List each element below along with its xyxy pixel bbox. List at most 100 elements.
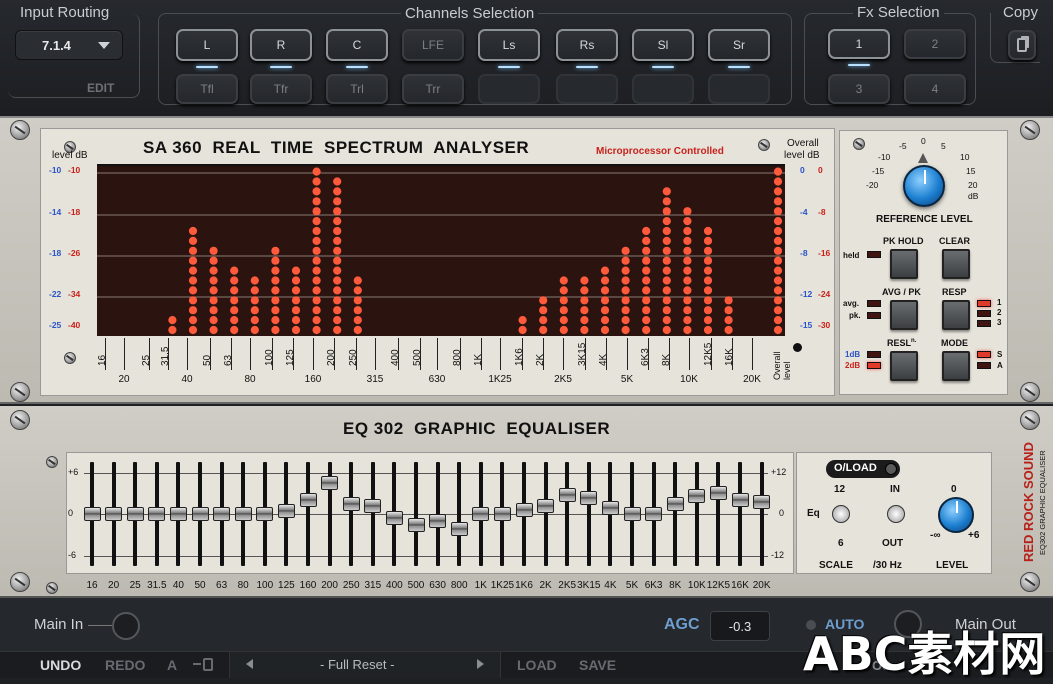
eq-fader-8K[interactable]: [666, 497, 684, 512]
right-axis-title-1: Overall: [787, 138, 819, 149]
reference-level-knob[interactable]: [903, 165, 945, 207]
channel-button-trr[interactable]: Trr: [402, 74, 464, 104]
eq-fader-3K15[interactable]: [580, 490, 598, 505]
channel-button-tfl[interactable]: Tfl: [176, 74, 238, 104]
spectrum-led: [518, 316, 527, 325]
eq-fader-250[interactable]: [342, 496, 360, 511]
resp-button[interactable]: [942, 300, 970, 330]
eq-scale-right: +12: [771, 467, 787, 477]
eq-fader-500[interactable]: [407, 517, 425, 532]
channel-button-tfr[interactable]: Tfr: [250, 74, 312, 104]
eq-band-label: 10K: [687, 580, 706, 591]
agc-value-field[interactable]: -0.3: [710, 611, 770, 641]
fx-button-1[interactable]: 1: [828, 29, 890, 66]
in-out-toggle[interactable]: [887, 505, 905, 523]
spectrum-led: [683, 236, 692, 245]
eq-fader-63[interactable]: [213, 507, 231, 521]
eq-fader-400[interactable]: [385, 511, 403, 526]
pk-hold-button[interactable]: [890, 249, 918, 279]
fx-button-2[interactable]: 2: [904, 29, 966, 59]
freq-tick: [334, 338, 335, 370]
ab-copy-icon[interactable]: [193, 658, 215, 672]
redo-button[interactable]: REDO: [105, 657, 145, 673]
freq-label: 1K25: [488, 374, 512, 385]
save-button[interactable]: SAVE: [579, 657, 616, 673]
spectrum-led: [662, 296, 671, 305]
next-preset-icon[interactable]: [477, 659, 484, 669]
eq-fader-50[interactable]: [191, 507, 209, 521]
clear-button[interactable]: [942, 249, 970, 279]
spectrum-led: [209, 306, 218, 315]
main-in-knob[interactable]: [112, 612, 140, 640]
spectrum-led: [333, 325, 342, 335]
eq-grid-line: [84, 473, 768, 474]
freq-label: 2K: [535, 353, 546, 366]
channel-button-lfe[interactable]: LFE: [402, 29, 464, 61]
freq-tick: [293, 338, 294, 370]
eq-range-toggle[interactable]: [832, 505, 850, 523]
eq-fader-25[interactable]: [126, 507, 144, 521]
eq-fader-1K[interactable]: [472, 507, 490, 521]
eq-fader-12K5[interactable]: [709, 485, 727, 500]
ab-compare-button[interactable]: A: [167, 657, 177, 673]
routing-toolbar: Input Routing 7.1.4 EDIT Channels Select…: [0, 0, 1053, 116]
eq-fader-4K[interactable]: [601, 500, 619, 515]
spectrum-led: [683, 266, 692, 275]
eq-fader-100[interactable]: [256, 507, 274, 521]
eq-level-knob[interactable]: [938, 497, 974, 533]
channel-button-c[interactable]: C: [326, 29, 388, 68]
spectrum-led: [724, 325, 733, 335]
eq-fader-40[interactable]: [169, 507, 187, 521]
avg-pk-button[interactable]: [890, 300, 918, 330]
mode-button[interactable]: [942, 351, 970, 381]
knob-scale-mark: -15: [872, 166, 885, 176]
spectrum-led: [312, 276, 321, 285]
eq-scale-left: +6: [68, 467, 79, 477]
resl-button[interactable]: [890, 351, 918, 381]
eq-fader-315[interactable]: [364, 498, 382, 513]
channel-button-ls[interactable]: Ls: [478, 29, 540, 68]
eq-fader-20K[interactable]: [753, 494, 771, 509]
eq-fader-800[interactable]: [450, 521, 468, 536]
eq-fader-16[interactable]: [83, 507, 101, 521]
eq-fader-80[interactable]: [234, 507, 252, 521]
channel-button-rs[interactable]: Rs: [556, 29, 618, 68]
spectrum-led: [230, 296, 239, 305]
eq-fader-16K[interactable]: [731, 493, 749, 508]
eq-fader-200[interactable]: [321, 476, 339, 491]
edit-button[interactable]: EDIT: [87, 81, 114, 95]
eq-fader-10K[interactable]: [688, 489, 706, 504]
spectrum-led: [580, 286, 589, 295]
routing-dropdown[interactable]: 7.1.4: [15, 30, 123, 60]
freq-label: 5K: [620, 374, 634, 385]
eq-fader-2K[interactable]: [537, 498, 555, 513]
freq-tick: [460, 338, 461, 370]
channel-button-trl[interactable]: Trl: [326, 74, 388, 104]
copy-button[interactable]: [1008, 30, 1036, 60]
channel-button-sr[interactable]: Sr: [708, 29, 770, 68]
eq-fader-630[interactable]: [429, 514, 447, 529]
resl-label: RESLn.: [887, 338, 917, 348]
spectrum-led: [559, 316, 568, 325]
eq-fader-1K6[interactable]: [515, 502, 533, 517]
spectrum-led: [188, 236, 198, 245]
fx-button-3[interactable]: 3: [828, 74, 890, 104]
eq-fader-1K25[interactable]: [493, 507, 511, 521]
eq-fader-2K5[interactable]: [558, 487, 576, 502]
channel-button-l[interactable]: L: [176, 29, 238, 68]
eq-fader-160[interactable]: [299, 493, 317, 508]
previous-preset-icon[interactable]: [246, 659, 253, 669]
channel-button-r[interactable]: R: [250, 29, 312, 68]
load-button[interactable]: LOAD: [517, 657, 557, 673]
eq-fader-31.5[interactable]: [148, 507, 166, 521]
spectrum-led: [291, 316, 301, 325]
agc-label: AGC: [664, 616, 700, 633]
eq-fader-6K3[interactable]: [645, 507, 663, 521]
undo-button[interactable]: UNDO: [40, 657, 81, 673]
eq-fader-5K[interactable]: [623, 507, 641, 521]
fx-button-4[interactable]: 4: [904, 74, 966, 104]
eq-fader-20[interactable]: [105, 507, 123, 521]
spectrum-led: [353, 276, 362, 285]
channel-button-sl[interactable]: Sl: [632, 29, 694, 68]
eq-fader-125[interactable]: [277, 503, 295, 518]
